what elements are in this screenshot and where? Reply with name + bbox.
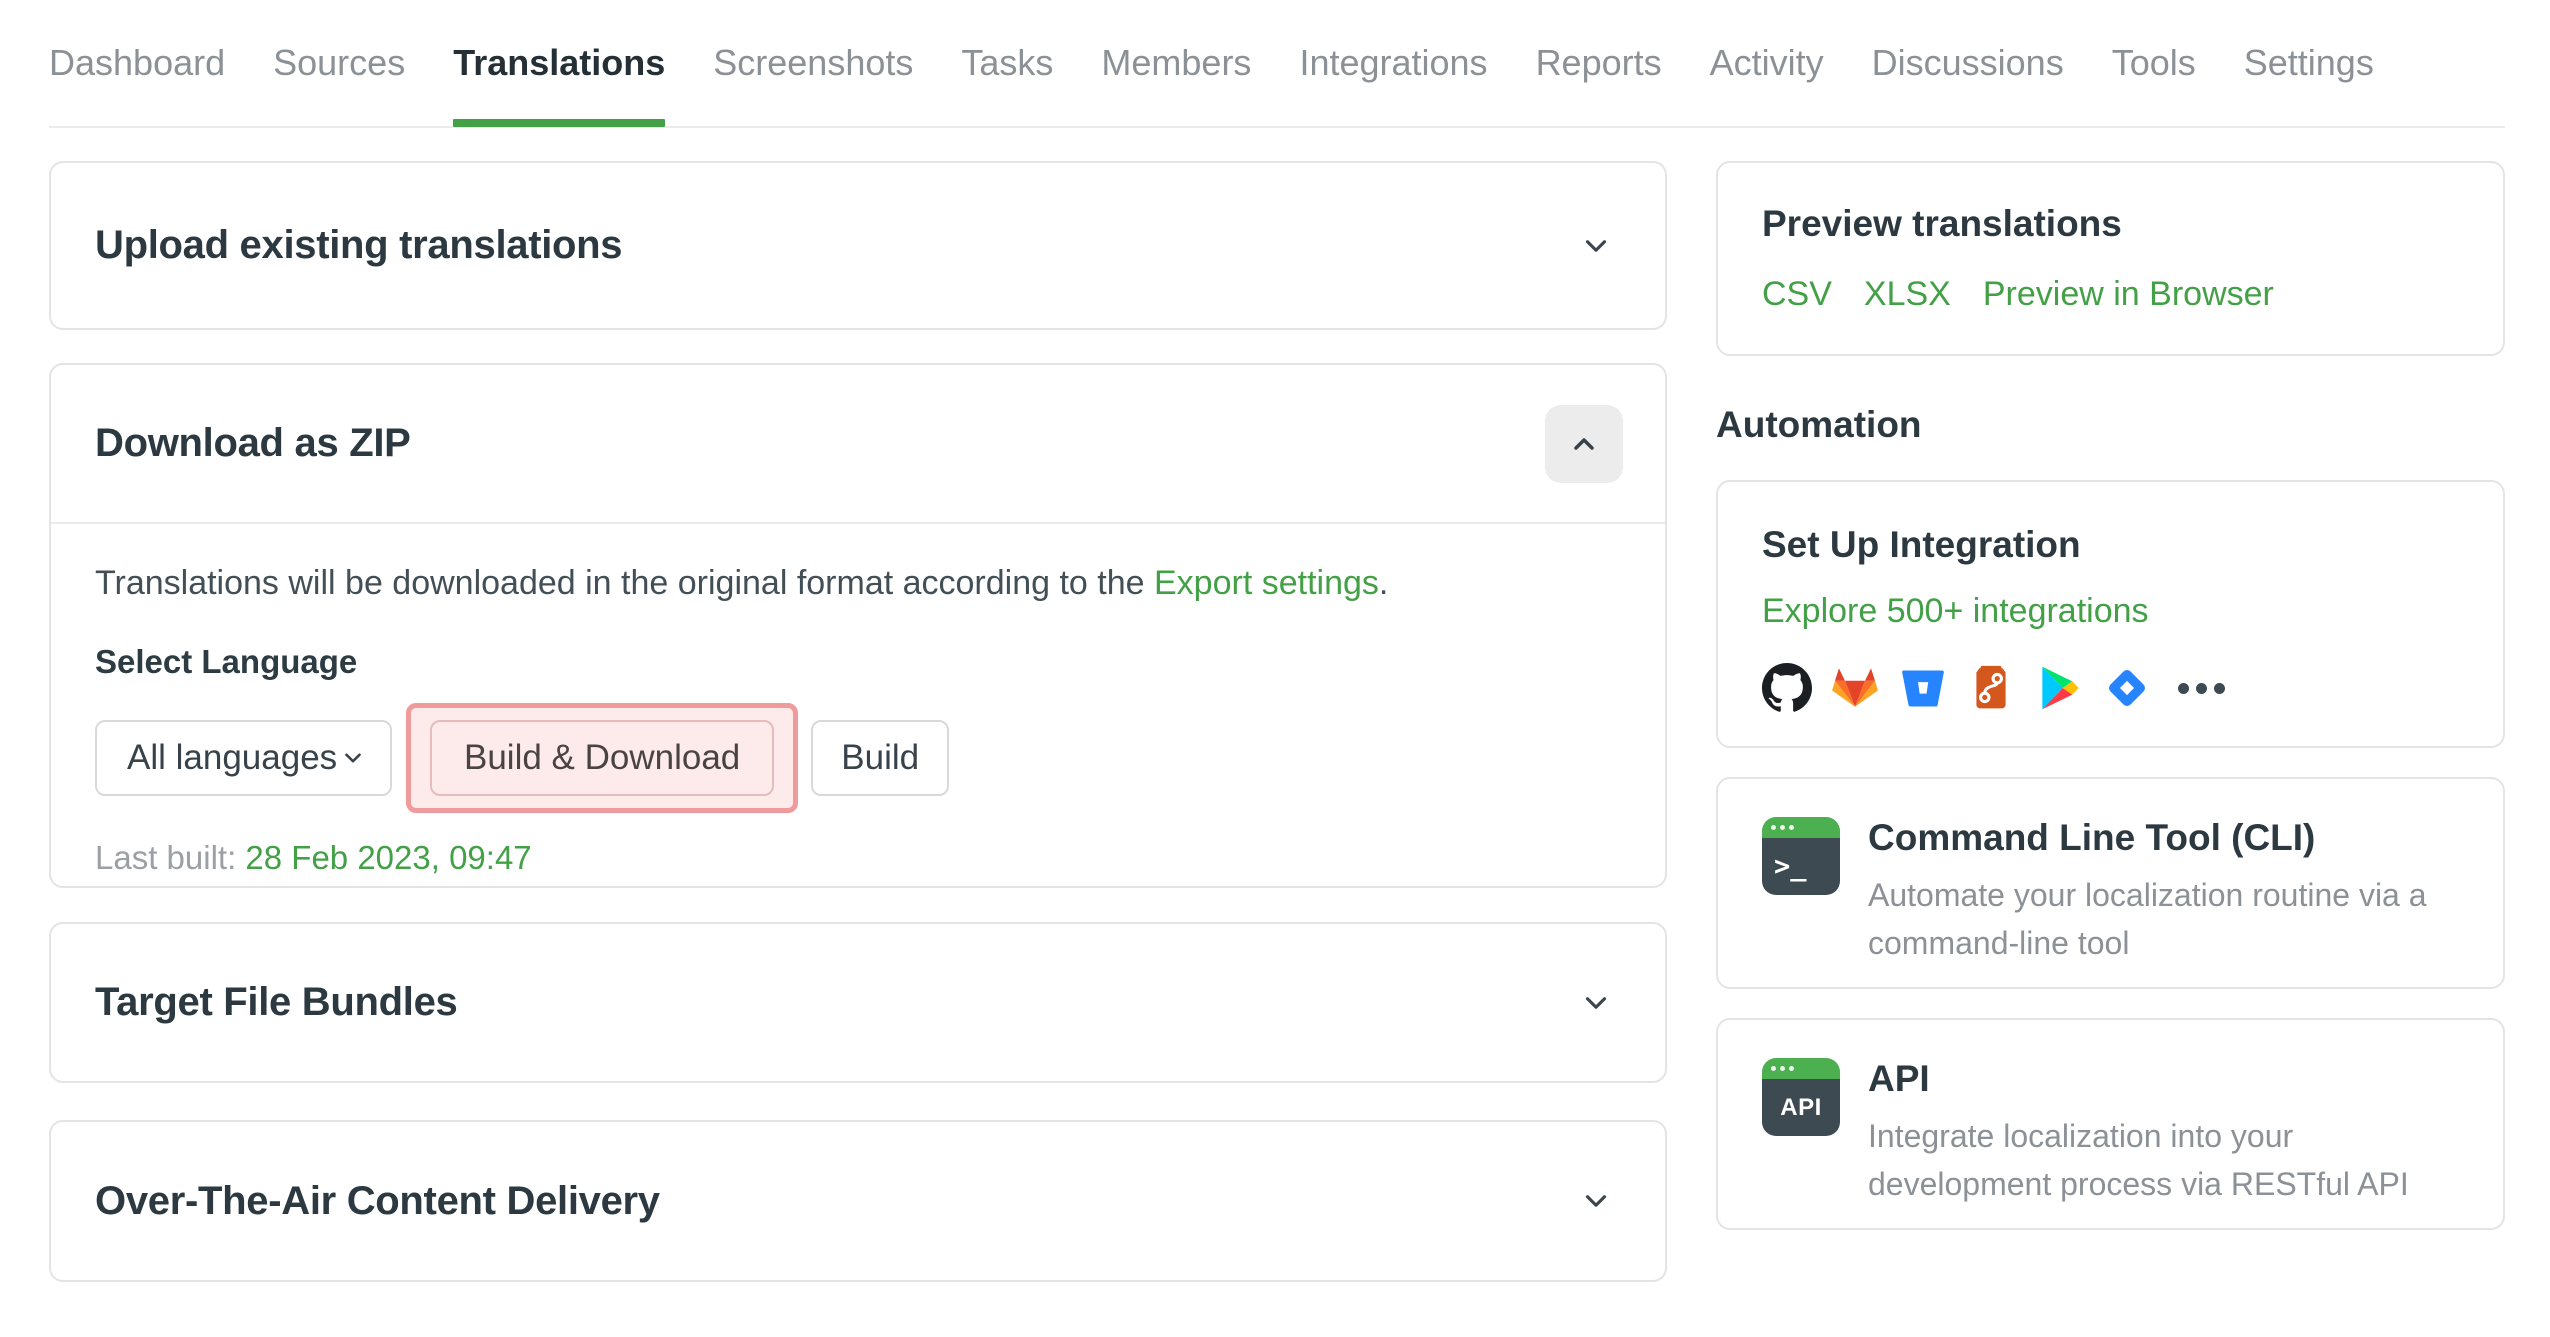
tab-screenshots[interactable]: Screenshots bbox=[713, 0, 913, 126]
tab-tools[interactable]: Tools bbox=[2112, 0, 2196, 126]
target-file-bundles-header[interactable]: Target File Bundles bbox=[51, 924, 1665, 1081]
automation-heading: Automation bbox=[1716, 404, 1922, 445]
chevron-down-icon bbox=[1585, 239, 1607, 252]
select-language-label: Select Language bbox=[95, 643, 358, 680]
chevron-up-icon bbox=[1574, 437, 1594, 450]
set-up-integration-title: Set Up Integration bbox=[1762, 524, 2081, 565]
cli-description: Automate your localization routine via a… bbox=[1868, 877, 2427, 961]
tab-sources[interactable]: Sources bbox=[273, 0, 405, 126]
git-icon[interactable] bbox=[1966, 663, 2016, 713]
preview-xlsx-link[interactable]: XLSX bbox=[1864, 275, 1951, 314]
language-select-value: All languages bbox=[127, 738, 338, 777]
tab-integrations[interactable]: Integrations bbox=[1299, 0, 1487, 126]
build-button[interactable]: Build bbox=[811, 720, 950, 796]
build-controls-row: All languages Build & Download Build bbox=[95, 703, 1621, 813]
download-zip-title: Download as ZIP bbox=[95, 421, 411, 465]
build-download-highlight: Build & Download bbox=[406, 703, 799, 813]
cli-title: Command Line Tool (CLI) bbox=[1868, 817, 2316, 858]
download-zip-header: Download as ZIP bbox=[51, 365, 1665, 522]
api-card[interactable]: API API Integrate localization into your… bbox=[1716, 1018, 2505, 1230]
preview-translations-title: Preview translations bbox=[1762, 203, 2122, 244]
project-page: Dashboard Sources Translations Screensho… bbox=[0, 0, 2550, 1337]
upload-translations-title: Upload existing translations bbox=[95, 223, 623, 267]
jira-icon[interactable] bbox=[2102, 663, 2152, 713]
upload-translations-panel: Upload existing translations bbox=[49, 161, 1667, 330]
tab-discussions[interactable]: Discussions bbox=[1872, 0, 2064, 126]
tab-activity[interactable]: Activity bbox=[1710, 0, 1824, 126]
ota-content-delivery-panel: Over-The-Air Content Delivery bbox=[49, 1120, 1667, 1282]
terminal-icon: >_ bbox=[1762, 817, 1840, 895]
project-tabs: Dashboard Sources Translations Screensho… bbox=[49, 0, 2505, 128]
last-built-status: Last built: 28 Feb 2023, 09:47 bbox=[95, 839, 1621, 877]
bitbucket-icon[interactable] bbox=[1898, 663, 1948, 713]
download-description: Translations will be downloaded in the o… bbox=[95, 564, 1621, 603]
api-title: API bbox=[1868, 1058, 1930, 1099]
chevron-down-icon bbox=[1585, 1195, 1607, 1207]
api-icon: API bbox=[1762, 1058, 1840, 1136]
tab-members[interactable]: Members bbox=[1101, 0, 1251, 126]
explore-integrations-link[interactable]: Explore 500+ integrations bbox=[1762, 592, 2149, 631]
chevron-down-icon bbox=[345, 753, 361, 763]
more-integrations-icon[interactable] bbox=[2178, 682, 2225, 694]
set-up-integration-card: Set Up Integration Explore 500+ integrat… bbox=[1716, 480, 2505, 748]
download-description-text: Translations will be downloaded in the o… bbox=[95, 564, 1154, 602]
preview-csv-link[interactable]: CSV bbox=[1762, 275, 1832, 314]
download-description-period: . bbox=[1378, 564, 1389, 602]
collapse-panel-button[interactable] bbox=[1545, 404, 1623, 483]
github-icon[interactable] bbox=[1762, 663, 1812, 713]
api-description: Integrate localization into your develop… bbox=[1868, 1118, 2409, 1202]
tab-tasks[interactable]: Tasks bbox=[961, 0, 1053, 126]
cli-tool-card[interactable]: >_ Command Line Tool (CLI) Automate your… bbox=[1716, 777, 2505, 989]
last-built-label: Last built: bbox=[95, 839, 246, 876]
gitlab-icon[interactable] bbox=[1830, 663, 1880, 713]
target-file-bundles-title: Target File Bundles bbox=[95, 980, 458, 1024]
ota-content-delivery-title: Over-The-Air Content Delivery bbox=[95, 1178, 660, 1223]
integration-icons-row bbox=[1762, 663, 2459, 713]
ota-content-delivery-header[interactable]: Over-The-Air Content Delivery bbox=[51, 1122, 1665, 1280]
download-zip-panel: Download as ZIP Translations will be dow… bbox=[49, 363, 1667, 888]
build-download-button[interactable]: Build & Download bbox=[430, 720, 775, 796]
preview-links: CSV XLSX Preview in Browser bbox=[1762, 275, 2459, 314]
download-zip-body: Translations will be downloaded in the o… bbox=[51, 524, 1665, 877]
tab-reports[interactable]: Reports bbox=[1536, 0, 1662, 126]
preview-in-browser-link[interactable]: Preview in Browser bbox=[1983, 275, 2274, 314]
chevron-down-icon bbox=[1585, 996, 1607, 1009]
google-play-icon[interactable] bbox=[2034, 663, 2084, 713]
export-settings-link[interactable]: Export settings bbox=[1154, 564, 1379, 602]
tab-translations[interactable]: Translations bbox=[453, 0, 666, 127]
language-select[interactable]: All languages bbox=[95, 720, 392, 796]
terminal-prompt-text: >_ bbox=[1762, 838, 1840, 895]
upload-translations-header[interactable]: Upload existing translations bbox=[51, 163, 1665, 328]
preview-translations-card: Preview translations CSV XLSX Preview in… bbox=[1716, 161, 2505, 356]
tab-dashboard[interactable]: Dashboard bbox=[49, 0, 225, 126]
tab-settings[interactable]: Settings bbox=[2244, 0, 2374, 126]
target-file-bundles-panel: Target File Bundles bbox=[49, 922, 1667, 1083]
last-built-date: 28 Feb 2023, 09:47 bbox=[245, 839, 532, 876]
api-icon-text: API bbox=[1762, 1079, 1840, 1136]
